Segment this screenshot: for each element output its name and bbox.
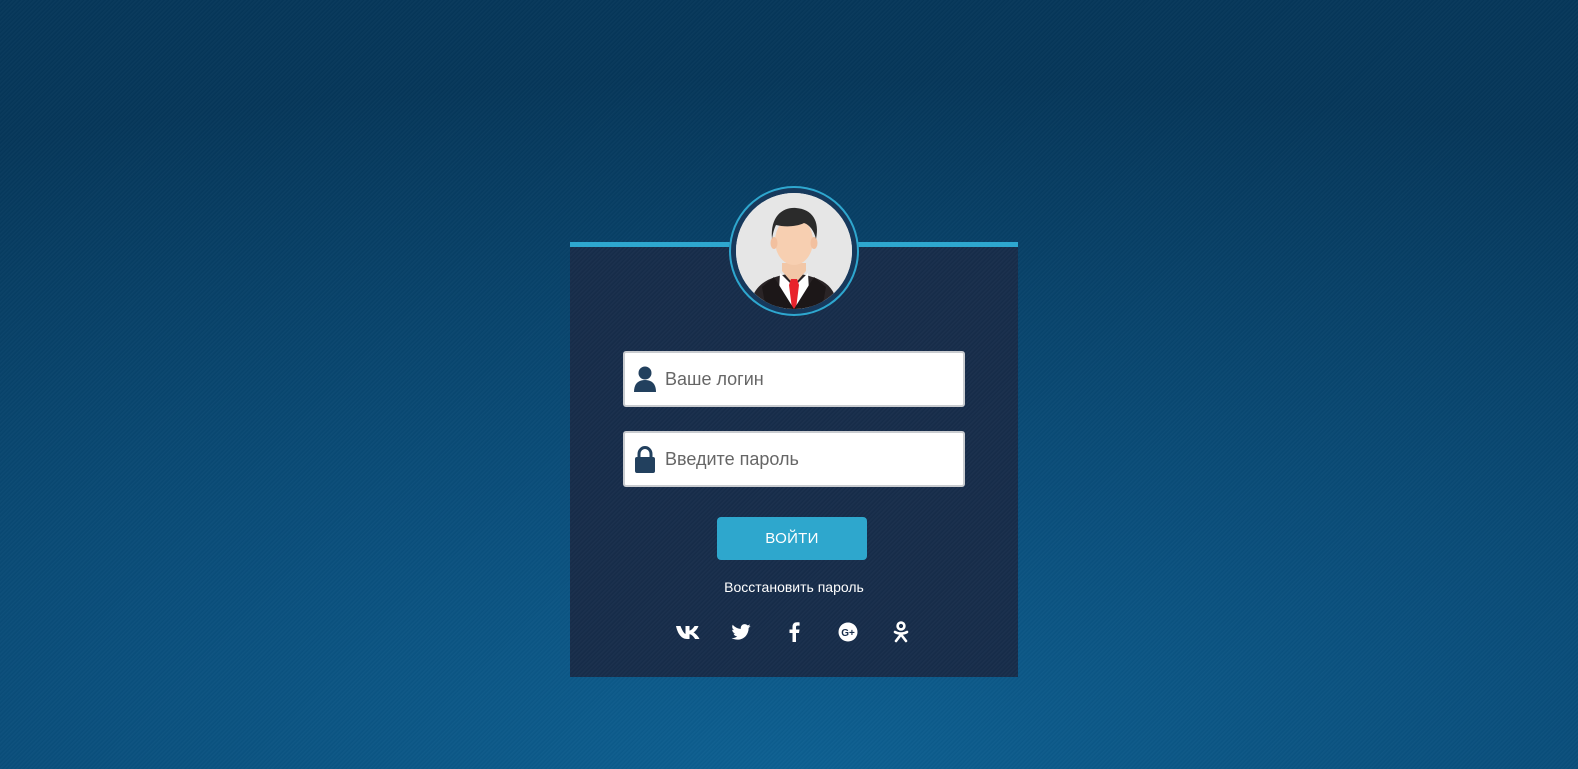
avatar-illustration bbox=[736, 193, 852, 309]
vk-icon[interactable] bbox=[674, 618, 702, 646]
svg-text:G+: G+ bbox=[841, 628, 855, 639]
twitter-icon[interactable] bbox=[727, 618, 755, 646]
restore-password-link[interactable]: Восстановить пароль bbox=[670, 579, 918, 595]
user-avatar bbox=[736, 193, 852, 309]
user-icon bbox=[625, 353, 665, 405]
facebook-icon[interactable] bbox=[780, 618, 808, 646]
lock-icon bbox=[625, 433, 665, 485]
odnoklassniki-icon[interactable] bbox=[887, 618, 915, 646]
social-links: G+ bbox=[670, 618, 918, 646]
login-button[interactable]: ВОЙТИ bbox=[717, 517, 867, 560]
password-input[interactable] bbox=[665, 448, 945, 470]
password-field[interactable] bbox=[623, 431, 965, 487]
google-plus-icon[interactable]: G+ bbox=[834, 618, 862, 646]
login-field[interactable] bbox=[623, 351, 965, 407]
login-input[interactable] bbox=[665, 368, 945, 390]
avatar-frame bbox=[729, 186, 859, 316]
